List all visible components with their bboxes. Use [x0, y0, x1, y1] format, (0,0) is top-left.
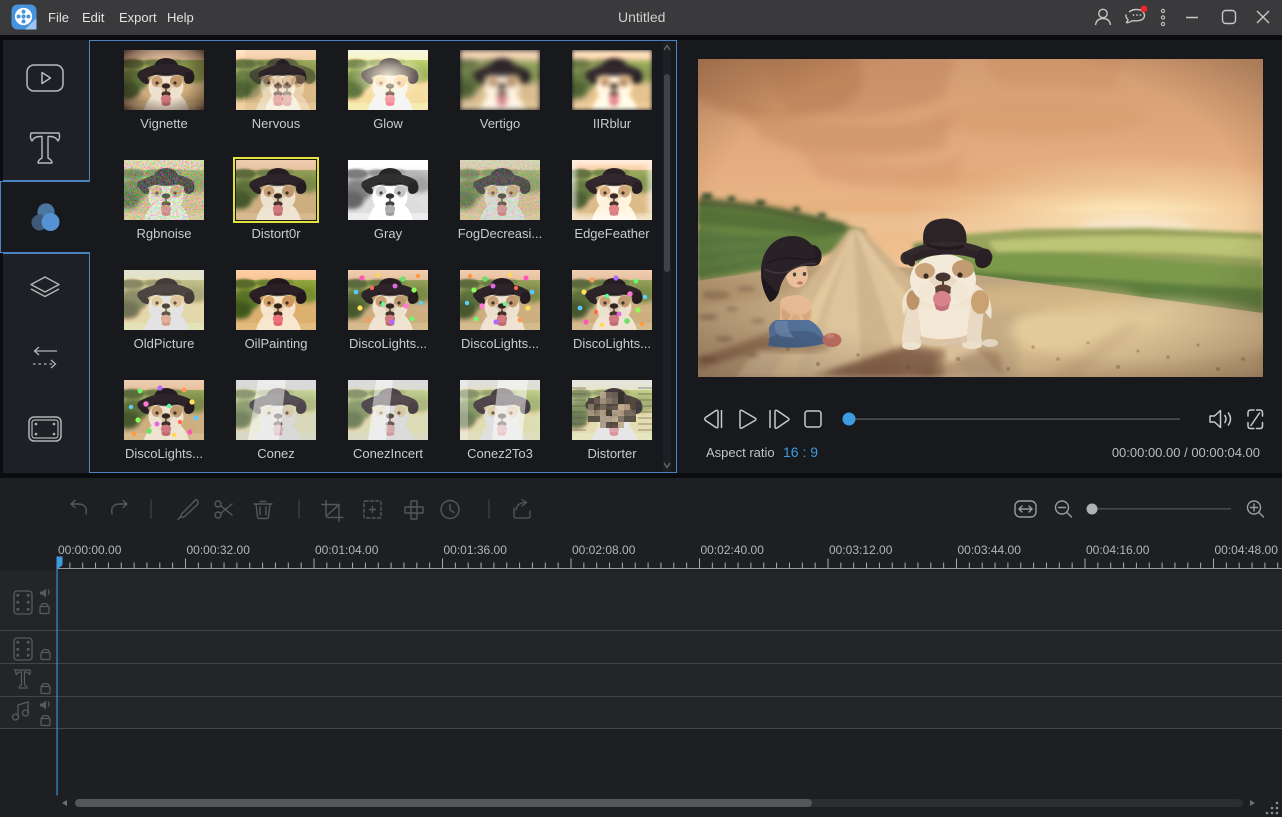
svg-text:00:03:12.00: 00:03:12.00 [829, 543, 893, 557]
svg-text:00:02:08.00: 00:02:08.00 [572, 543, 636, 557]
svg-text:00:02:40.00: 00:02:40.00 [701, 543, 765, 557]
svg-text:00:04:16.00: 00:04:16.00 [1086, 543, 1150, 557]
svg-text:00:01:04.00: 00:01:04.00 [315, 543, 379, 557]
svg-text:00:04:48.00: 00:04:48.00 [1215, 543, 1279, 557]
svg-text:00:00:00.00: 00:00:00.00 [58, 543, 122, 557]
svg-text:00:00:32.00: 00:00:32.00 [187, 543, 251, 557]
svg-text:00:01:36.00: 00:01:36.00 [444, 543, 508, 557]
svg-text:00:03:44.00: 00:03:44.00 [958, 543, 1022, 557]
